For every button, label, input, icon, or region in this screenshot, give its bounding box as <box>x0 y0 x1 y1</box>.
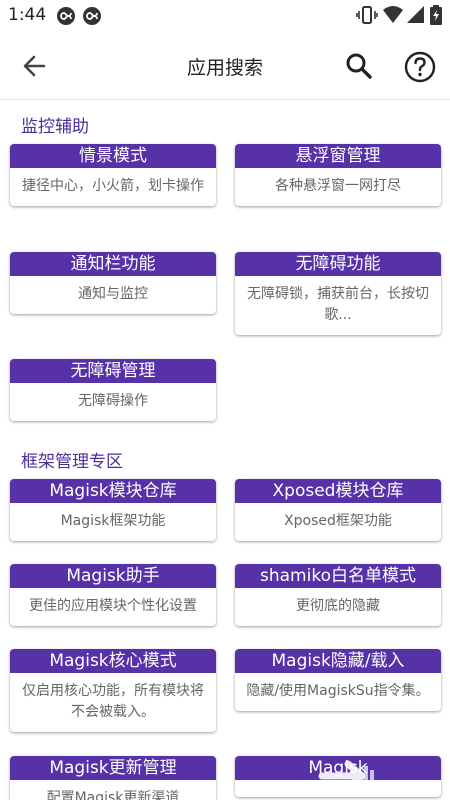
card-title: Magisk隐藏/载入 <box>235 649 441 673</box>
card-desc: 仅启用核心功能，所有模块将不会被载入。 <box>22 683 204 720</box>
card-desc: Magisk框架功能 <box>60 513 166 529</box>
card-desc: 配置Magisk更新渠道 <box>46 790 180 800</box>
card-title: Magisk更新管理 <box>10 756 216 780</box>
vibrate-icon <box>356 6 378 24</box>
battery-icon <box>430 5 442 25</box>
card-title: 情景模式 <box>10 144 216 168</box>
card-title: 悬浮窗管理 <box>235 144 441 168</box>
card-shamiko-whitelist[interactable]: shamiko白名单模式 更彻底的隐藏 <box>235 564 441 626</box>
app-bar: 应用搜索 <box>0 32 450 100</box>
card-accessibility[interactable]: 无障碍功能 无障碍锁，捕获前台，长按切歌... <box>235 252 441 335</box>
card-title: shamiko白名单模式 <box>235 564 441 588</box>
section-title: 监控辅助 <box>21 117 89 137</box>
wifi-icon <box>383 6 403 23</box>
status-bar: 1:44 <box>0 0 450 32</box>
card-magisk-repo[interactable]: Magisk模块仓库 Magisk框架功能 <box>10 479 216 541</box>
signal-icon <box>407 6 424 23</box>
card-desc: 捷径中心，小火箭，划卡操作 <box>22 178 204 194</box>
card-desc: 更彻底的隐藏 <box>296 598 380 614</box>
card-accessibility-manage[interactable]: 无障碍管理 无障碍操作 <box>10 359 216 421</box>
card-floating-window[interactable]: 悬浮窗管理 各种悬浮窗一网打尽 <box>235 144 441 206</box>
card-magisk-update[interactable]: Magisk更新管理 配置Magisk更新渠道 <box>10 756 216 800</box>
notification-app-icon <box>83 7 101 25</box>
content-scroll[interactable]: 监控辅助 情景模式 捷径中心，小火箭，划卡操作 悬浮窗管理 各种悬浮窗一网打尽 … <box>0 101 450 800</box>
notification-app-icon <box>57 7 75 25</box>
card-title: 无障碍功能 <box>235 252 441 276</box>
card-magisk-helper[interactable]: Magisk助手 更佳的应用模块个性化设置 <box>10 564 216 626</box>
status-time: 1:44 <box>8 5 47 25</box>
card-desc: 隐藏/使用MagiskSu指令集。 <box>246 683 430 699</box>
card-desc: 无障碍锁，捕获前台，长按切歌... <box>247 286 429 323</box>
card-desc: 更佳的应用模块个性化设置 <box>29 598 197 614</box>
page-title: 应用搜索 <box>186 57 263 79</box>
card-notification[interactable]: 通知栏功能 通知与监控 <box>10 252 216 314</box>
arrow-overlay-icon <box>318 760 374 792</box>
help-icon[interactable] <box>402 49 438 85</box>
card-magisk-core[interactable]: Magisk核心模式 仅启用核心功能，所有模块将不会被载入。 <box>10 649 216 732</box>
card-title: Magisk核心模式 <box>10 649 216 673</box>
card-title: 无障碍管理 <box>10 359 216 383</box>
card-desc: 通知与监控 <box>78 286 148 302</box>
section-title: 框架管理专区 <box>21 452 123 472</box>
card-desc: 无障碍操作 <box>78 393 148 409</box>
card-xposed-repo[interactable]: Xposed模块仓库 Xposed框架功能 <box>235 479 441 541</box>
card-desc: 各种悬浮窗一网打尽 <box>275 178 401 194</box>
card-title: Magisk助手 <box>10 564 216 588</box>
card-scene-mode[interactable]: 情景模式 捷径中心，小火箭，划卡操作 <box>10 144 216 206</box>
search-icon[interactable] <box>343 50 375 82</box>
card-desc: Xposed框架功能 <box>284 513 392 529</box>
card-title: 通知栏功能 <box>10 252 216 276</box>
card-title: Xposed模块仓库 <box>235 479 441 503</box>
card-magisk-hide[interactable]: Magisk隐藏/载入 隐藏/使用MagiskSu指令集。 <box>235 649 441 711</box>
card-title: Magisk模块仓库 <box>10 479 216 503</box>
